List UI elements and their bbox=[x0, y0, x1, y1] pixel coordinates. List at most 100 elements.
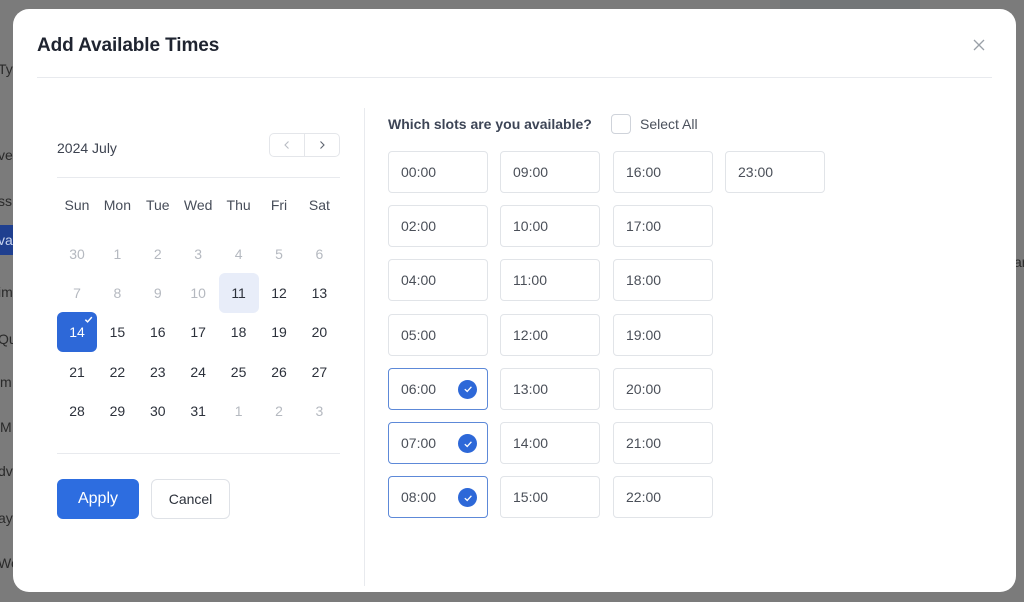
background-topbar-fragment bbox=[780, 0, 920, 9]
select-all-checkbox[interactable]: Select All bbox=[611, 114, 698, 134]
calendar-day[interactable]: 13 bbox=[299, 273, 339, 313]
cancel-button[interactable]: Cancel bbox=[151, 479, 230, 519]
calendar-day[interactable]: 20 bbox=[299, 312, 339, 352]
calendar-day[interactable]: 30 bbox=[138, 391, 178, 431]
time-slot-0600[interactable]: 06:00 bbox=[388, 367, 488, 410]
calendar-day[interactable]: 3 bbox=[178, 234, 218, 274]
day-number: 29 bbox=[109, 402, 126, 419]
apply-button[interactable]: Apply bbox=[57, 479, 139, 519]
prev-month-button[interactable] bbox=[270, 134, 304, 156]
day-number: 8 bbox=[113, 285, 122, 302]
check-icon bbox=[84, 317, 93, 324]
time-slot-label: 00:00 bbox=[401, 164, 437, 180]
time-slot-label: 02:00 bbox=[401, 218, 437, 235]
time-slot-1800[interactable]: 18:00 bbox=[613, 259, 713, 302]
time-slot-1500[interactable]: 15:00 bbox=[500, 476, 600, 519]
time-slot-0000[interactable]: 00:00 bbox=[388, 151, 488, 193]
calendar-day[interactable]: 25 bbox=[219, 352, 259, 392]
calendar-day[interactable]: 16 bbox=[138, 312, 178, 352]
calendar-day[interactable]: 21 bbox=[57, 352, 97, 392]
time-slot-2300[interactable]: 23:00 bbox=[725, 151, 825, 193]
calendar-day[interactable]: 12 bbox=[259, 273, 299, 313]
checkbox-box[interactable] bbox=[611, 114, 631, 134]
calendar-day[interactable]: 10 bbox=[178, 273, 218, 313]
time-slot-1100[interactable]: 11:00 bbox=[500, 259, 600, 302]
day-number: 16 bbox=[150, 324, 166, 341]
calendar-day[interactable]: 23 bbox=[138, 352, 178, 392]
calendar-day[interactable]: 1 bbox=[97, 234, 137, 274]
calendar-day[interactable]: 19 bbox=[259, 312, 299, 352]
time-slot-label: 16:00 bbox=[626, 164, 662, 180]
time-slot-0500[interactable]: 05:00 bbox=[388, 313, 488, 356]
day-number: 30 bbox=[69, 246, 85, 262]
time-slot-0200[interactable]: 02:00 bbox=[388, 205, 488, 248]
calendar-day[interactable]: 22 bbox=[97, 352, 137, 392]
day-number: 3 bbox=[315, 402, 324, 419]
calendar-day[interactable]: 7 bbox=[57, 273, 97, 313]
time-slot-1300[interactable]: 13:00 bbox=[500, 367, 600, 410]
time-slot-2000[interactable]: 20:00 bbox=[613, 367, 713, 410]
time-slot-0900[interactable]: 09:00 bbox=[500, 151, 600, 193]
weekday-thu: Thu bbox=[226, 197, 251, 213]
day-number: 4 bbox=[234, 246, 243, 262]
next-month-button[interactable] bbox=[304, 134, 339, 156]
calendar-day[interactable]: 28 bbox=[57, 391, 97, 431]
calendar-day[interactable]: 8 bbox=[97, 273, 137, 313]
calendar-day[interactable]: 24 bbox=[178, 352, 218, 392]
weekday-fri: Fri bbox=[270, 197, 288, 213]
calendar-divider bbox=[57, 177, 340, 178]
calendar-day[interactable]: 5 bbox=[259, 234, 299, 274]
time-slot-label: 08:00 bbox=[401, 489, 437, 506]
calendar-day[interactable]: 6 bbox=[299, 234, 339, 274]
calendar-day[interactable]: 9 bbox=[138, 273, 178, 313]
day-number: 7 bbox=[73, 285, 81, 302]
calendar-day[interactable]: 27 bbox=[299, 352, 339, 392]
weekday-sun: Sun bbox=[64, 197, 90, 213]
day-number: 25 bbox=[230, 363, 247, 380]
calendar-day[interactable]: 2 bbox=[138, 234, 178, 274]
time-slot-label: 10:00 bbox=[513, 218, 549, 235]
time-slot-label: 22:00 bbox=[626, 489, 662, 506]
calendar-day[interactable]: 26 bbox=[259, 352, 299, 392]
calendar-day[interactable]: 3 bbox=[299, 391, 339, 431]
calendar-day[interactable]: 18 bbox=[219, 312, 259, 352]
day-number: 19 bbox=[271, 324, 287, 341]
time-slot-1700[interactable]: 17:00 bbox=[613, 205, 713, 248]
calendar-day[interactable]: 29 bbox=[97, 391, 137, 431]
day-number: 22 bbox=[109, 363, 126, 380]
check-circle-icon bbox=[458, 488, 477, 508]
time-slot-1200[interactable]: 12:00 bbox=[500, 313, 600, 356]
weekday-wed: Wed bbox=[183, 197, 213, 213]
time-slot-1900[interactable]: 19:00 bbox=[613, 313, 713, 356]
day-number: 15 bbox=[109, 324, 126, 341]
time-slot-label: 18:00 bbox=[626, 272, 662, 289]
time-slot-1400[interactable]: 14:00 bbox=[500, 422, 600, 464]
time-slot-1000[interactable]: 10:00 bbox=[500, 205, 600, 248]
select-all-label: Select All bbox=[640, 116, 698, 132]
calendar-day[interactable]: 15 bbox=[97, 312, 137, 352]
time-slot-label: 15:00 bbox=[513, 489, 549, 506]
time-slot-2200[interactable]: 22:00 bbox=[613, 476, 713, 519]
day-number: 23 bbox=[150, 363, 166, 380]
calendar-day[interactable]: 30 bbox=[57, 234, 97, 274]
calendar-day[interactable]: 1 bbox=[219, 391, 259, 431]
calendar-day[interactable]: 4 bbox=[219, 234, 259, 274]
time-slot-label: 07:00 bbox=[401, 435, 437, 451]
time-slot-0400[interactable]: 04:00 bbox=[388, 259, 488, 302]
calendar-day[interactable]: 31 bbox=[178, 391, 218, 431]
time-slot-label: 04:00 bbox=[401, 272, 437, 289]
calendar-day[interactable]: 17 bbox=[178, 312, 218, 352]
time-slot-1600[interactable]: 16:00 bbox=[613, 151, 713, 193]
time-slot-0800[interactable]: 08:00 bbox=[388, 476, 488, 519]
calendar-day[interactable]: 11 bbox=[218, 273, 259, 314]
header-divider bbox=[37, 77, 992, 78]
calendar-grid: 30 1 2 3 4 5 6 7 8 9 10 11 12 13 14 15 16 17 18 19 20 21 22 23 2… bbox=[57, 234, 340, 434]
time-slot-label: 20:00 bbox=[626, 380, 662, 397]
time-slot-0700[interactable]: 07:00 bbox=[388, 422, 488, 464]
day-number: 1 bbox=[113, 246, 122, 262]
calendar-day[interactable]: 2 bbox=[259, 391, 299, 431]
calendar-day-selected[interactable]: 14 bbox=[57, 312, 97, 353]
calendar-weekdays: Sun Mon Tue Wed Thu Fri Sat bbox=[57, 197, 340, 215]
close-button[interactable] bbox=[970, 36, 988, 54]
time-slot-2100[interactable]: 21:00 bbox=[613, 422, 713, 464]
